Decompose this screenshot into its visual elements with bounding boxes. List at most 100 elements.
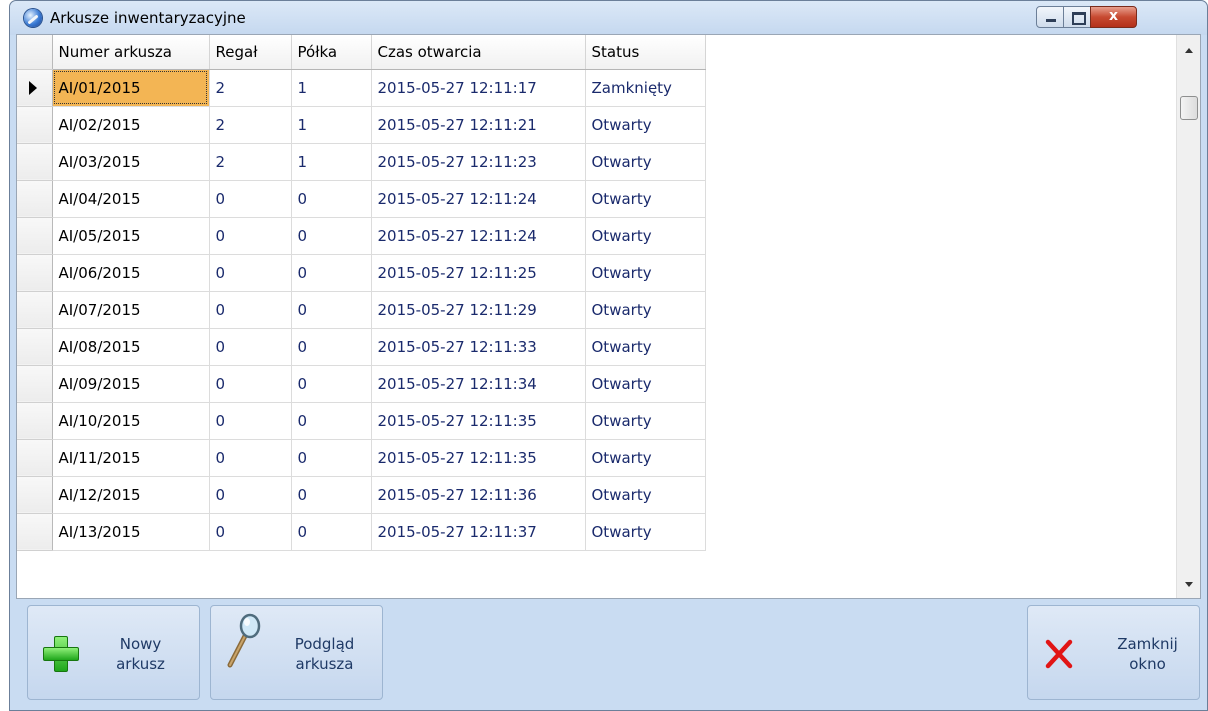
cell-regal[interactable]: 0 xyxy=(209,402,292,440)
table-row[interactable]: AI/11/2015 0 0 2015-05-27 12:11:35 Otwarty xyxy=(17,439,706,477)
cell-numer[interactable]: AI/05/2015 xyxy=(52,217,210,255)
cell-regal[interactable]: 0 xyxy=(209,328,292,366)
column-header-czas[interactable]: Czas otwarcia xyxy=(371,35,586,70)
cell-polka[interactable]: 0 xyxy=(291,439,372,477)
cell-status[interactable]: Otwarty xyxy=(585,402,706,440)
table-row[interactable]: AI/03/2015 2 1 2015-05-27 12:11:23 Otwarty xyxy=(17,143,706,181)
new-sheet-button[interactable]: Nowy arkusz xyxy=(27,605,200,700)
maximize-button[interactable] xyxy=(1063,6,1091,28)
cell-czas[interactable]: 2015-05-27 12:11:37 xyxy=(371,513,586,551)
cell-status[interactable]: Otwarty xyxy=(585,217,706,255)
row-selector[interactable] xyxy=(17,513,53,551)
minimize-button[interactable] xyxy=(1036,6,1064,28)
column-header-regal[interactable]: Regał xyxy=(209,35,292,70)
cell-czas[interactable]: 2015-05-27 12:11:35 xyxy=(371,439,586,477)
cell-status[interactable]: Otwarty xyxy=(585,254,706,292)
table-row[interactable]: AI/10/2015 0 0 2015-05-27 12:11:35 Otwarty xyxy=(17,402,706,440)
table-row[interactable]: AI/07/2015 0 0 2015-05-27 12:11:29 Otwarty xyxy=(17,291,706,329)
cell-numer[interactable]: AI/12/2015 xyxy=(52,476,210,514)
close-window-action-button[interactable]: Zamknij okno xyxy=(1027,605,1200,700)
cell-regal[interactable]: 2 xyxy=(209,69,292,107)
cell-status[interactable]: Otwarty xyxy=(585,365,706,403)
row-selector[interactable] xyxy=(17,217,53,255)
row-selector[interactable] xyxy=(17,106,53,144)
vertical-scrollbar[interactable] xyxy=(1176,35,1200,598)
column-header-numer[interactable]: Numer arkusza xyxy=(52,35,210,70)
cell-status[interactable]: Zamknięty xyxy=(585,69,706,107)
table-row[interactable]: AI/09/2015 0 0 2015-05-27 12:11:34 Otwarty xyxy=(17,365,706,403)
cell-status[interactable]: Otwarty xyxy=(585,143,706,181)
cell-status[interactable]: Otwarty xyxy=(585,439,706,477)
cell-polka[interactable]: 1 xyxy=(291,143,372,181)
cell-regal[interactable]: 0 xyxy=(209,217,292,255)
cell-numer[interactable]: AI/03/2015 xyxy=(52,143,210,181)
cell-status[interactable]: Otwarty xyxy=(585,328,706,366)
cell-status[interactable]: Otwarty xyxy=(585,513,706,551)
cell-regal[interactable]: 2 xyxy=(209,106,292,144)
row-selector[interactable] xyxy=(17,328,53,366)
cell-regal[interactable]: 0 xyxy=(209,180,292,218)
cell-status[interactable]: Otwarty xyxy=(585,291,706,329)
sheets-grid[interactable]: Numer arkusza Regał Półka Czas otwarcia … xyxy=(16,34,1201,599)
scroll-down-arrow-icon[interactable] xyxy=(1177,573,1200,596)
cell-numer[interactable]: AI/09/2015 xyxy=(52,365,210,403)
scroll-up-arrow-icon[interactable] xyxy=(1177,40,1200,63)
row-selector[interactable] xyxy=(17,476,53,514)
cell-polka[interactable]: 1 xyxy=(291,69,372,107)
cell-numer[interactable]: AI/13/2015 xyxy=(52,513,210,551)
table-row[interactable]: AI/05/2015 0 0 2015-05-27 12:11:24 Otwarty xyxy=(17,217,706,255)
table-row[interactable]: AI/08/2015 0 0 2015-05-27 12:11:33 Otwarty xyxy=(17,328,706,366)
cell-polka[interactable]: 0 xyxy=(291,476,372,514)
cell-status[interactable]: Otwarty xyxy=(585,106,706,144)
cell-czas[interactable]: 2015-05-27 12:11:36 xyxy=(371,476,586,514)
cell-czas[interactable]: 2015-05-27 12:11:21 xyxy=(371,106,586,144)
cell-polka[interactable]: 0 xyxy=(291,402,372,440)
cell-numer[interactable]: AI/08/2015 xyxy=(52,328,210,366)
row-selector[interactable] xyxy=(17,143,53,181)
cell-czas[interactable]: 2015-05-27 12:11:24 xyxy=(371,217,586,255)
row-selector[interactable] xyxy=(17,402,53,440)
table-row[interactable]: AI/04/2015 0 0 2015-05-27 12:11:24 Otwarty xyxy=(17,180,706,218)
column-header-polka[interactable]: Półka xyxy=(291,35,372,70)
table-row[interactable]: AI/06/2015 0 0 2015-05-27 12:11:25 Otwarty xyxy=(17,254,706,292)
row-selector[interactable] xyxy=(17,291,53,329)
preview-sheet-button[interactable]: Podgląd arkusza xyxy=(210,605,383,700)
cell-czas[interactable]: 2015-05-27 12:11:17 xyxy=(371,69,586,107)
column-header-status[interactable]: Status xyxy=(585,35,706,70)
cell-polka[interactable]: 1 xyxy=(291,106,372,144)
cell-numer[interactable]: AI/02/2015 xyxy=(52,106,210,144)
table-row[interactable]: AI/13/2015 0 0 2015-05-27 12:11:37 Otwarty xyxy=(17,513,706,551)
cell-polka[interactable]: 0 xyxy=(291,217,372,255)
scrollbar-thumb[interactable] xyxy=(1180,96,1198,120)
cell-polka[interactable]: 0 xyxy=(291,365,372,403)
cell-regal[interactable]: 0 xyxy=(209,476,292,514)
cell-czas[interactable]: 2015-05-27 12:11:24 xyxy=(371,180,586,218)
cell-regal[interactable]: 0 xyxy=(209,439,292,477)
cell-regal[interactable]: 0 xyxy=(209,291,292,329)
cell-polka[interactable]: 0 xyxy=(291,328,372,366)
row-selector[interactable] xyxy=(17,180,53,218)
table-row[interactable]: AI/12/2015 0 0 2015-05-27 12:11:36 Otwarty xyxy=(17,476,706,514)
cell-czas[interactable]: 2015-05-27 12:11:29 xyxy=(371,291,586,329)
cell-polka[interactable]: 0 xyxy=(291,291,372,329)
cell-numer[interactable]: AI/06/2015 xyxy=(52,254,210,292)
table-row[interactable]: AI/01/2015 2 1 2015-05-27 12:11:17 Zamknięty xyxy=(17,69,706,107)
title-bar[interactable]: Arkusze inwentaryzacyjne x xyxy=(10,1,1207,35)
cell-czas[interactable]: 2015-05-27 12:11:35 xyxy=(371,402,586,440)
cell-regal[interactable]: 0 xyxy=(209,254,292,292)
cell-numer[interactable]: AI/11/2015 xyxy=(52,439,210,477)
cell-status[interactable]: Otwarty xyxy=(585,180,706,218)
cell-czas[interactable]: 2015-05-27 12:11:23 xyxy=(371,143,586,181)
cell-polka[interactable]: 0 xyxy=(291,254,372,292)
cell-czas[interactable]: 2015-05-27 12:11:34 xyxy=(371,365,586,403)
cell-czas[interactable]: 2015-05-27 12:11:33 xyxy=(371,328,586,366)
cell-numer[interactable]: AI/10/2015 xyxy=(52,402,210,440)
close-window-button[interactable]: x xyxy=(1090,6,1137,28)
cell-status[interactable]: Otwarty xyxy=(585,476,706,514)
cell-regal[interactable]: 2 xyxy=(209,143,292,181)
row-selector[interactable] xyxy=(17,69,53,107)
cell-numer[interactable]: AI/01/2015 xyxy=(52,69,210,107)
cell-czas[interactable]: 2015-05-27 12:11:25 xyxy=(371,254,586,292)
row-selector[interactable] xyxy=(17,439,53,477)
cell-numer[interactable]: AI/04/2015 xyxy=(52,180,210,218)
